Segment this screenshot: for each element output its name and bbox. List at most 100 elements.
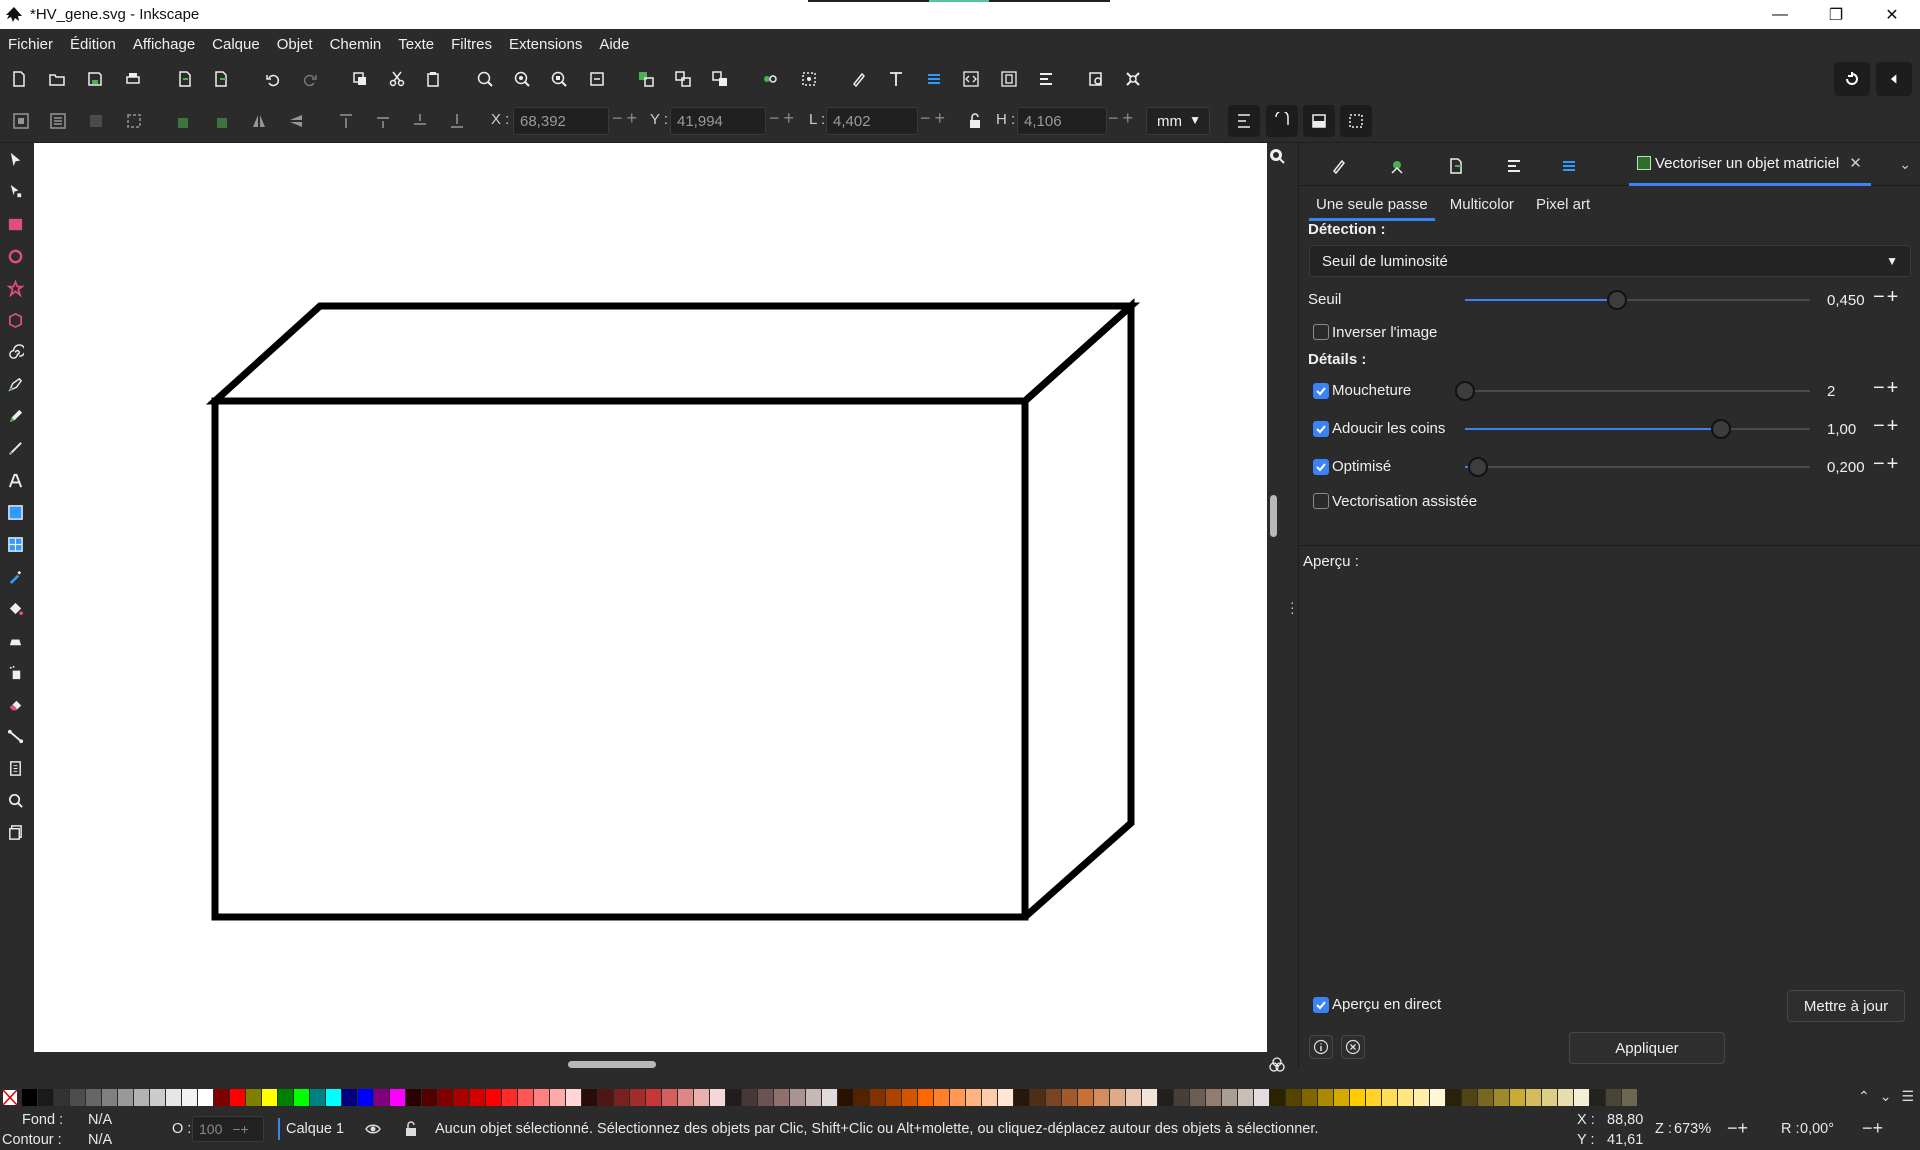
color-swatch[interactable] [86, 1089, 101, 1106]
menu-aide[interactable]: Aide [599, 36, 629, 53]
menu-edition[interactable]: Édition [70, 36, 116, 53]
color-swatch[interactable] [246, 1089, 261, 1106]
color-swatch[interactable] [1270, 1089, 1285, 1106]
layers-tab-icon[interactable] [1559, 156, 1579, 176]
undo-icon[interactable] [263, 69, 283, 89]
pencil-tool-icon[interactable] [6, 407, 24, 425]
update-button[interactable]: Mettre à jour [1787, 990, 1905, 1022]
palette-down-icon[interactable]: ⌄ [1880, 1088, 1892, 1108]
scale-stroke-icon[interactable] [1228, 105, 1260, 137]
preferences-icon[interactable] [1123, 69, 1143, 89]
color-swatch[interactable] [774, 1089, 789, 1106]
dropper-tool-icon[interactable] [6, 567, 24, 585]
vertical-scrollbar[interactable] [1270, 495, 1277, 537]
spiral-tool-icon[interactable] [6, 343, 24, 361]
zoom-spin-buttons[interactable]: −+ [1727, 1118, 1748, 1139]
color-swatch[interactable] [1478, 1089, 1493, 1106]
tab-pixel-art[interactable]: Pixel art [1529, 193, 1597, 221]
smooth-corners-slider[interactable] [1465, 419, 1810, 439]
color-swatch[interactable] [1590, 1089, 1605, 1106]
color-swatch[interactable] [342, 1089, 357, 1106]
color-swatch[interactable] [966, 1089, 981, 1106]
menu-chemin[interactable]: Chemin [330, 36, 382, 53]
clone-icon[interactable] [710, 69, 730, 89]
rotate-ccw-icon[interactable] [174, 111, 194, 131]
color-swatch[interactable] [1110, 1089, 1125, 1106]
color-swatch[interactable] [1302, 1089, 1317, 1106]
speckles-slider-knob[interactable] [1455, 381, 1475, 401]
color-swatch[interactable] [710, 1089, 725, 1106]
color-swatch[interactable] [1206, 1089, 1221, 1106]
tab-single-scan[interactable]: Une seule passe [1309, 193, 1435, 221]
no-paint-icon[interactable] [2, 1088, 22, 1108]
color-swatch[interactable] [422, 1089, 437, 1106]
menu-affichage[interactable]: Affichage [133, 36, 195, 53]
align-tab-icon[interactable] [1504, 156, 1524, 176]
move-patterns-icon[interactable] [1340, 105, 1372, 137]
eye-icon[interactable] [364, 1120, 382, 1138]
color-swatch[interactable] [1542, 1089, 1557, 1106]
box-drawing[interactable] [34, 143, 1267, 1052]
select-all-layers-icon[interactable] [48, 111, 68, 131]
smooth-corners-spin-buttons[interactable]: −+ [1873, 415, 1900, 438]
selector-tool-icon[interactable] [6, 150, 24, 168]
raise-top-icon[interactable] [336, 111, 356, 131]
xml-editor-icon[interactable] [961, 69, 981, 89]
zoom-selection-icon[interactable] [475, 69, 495, 89]
color-swatch[interactable] [470, 1089, 485, 1106]
color-swatch[interactable] [902, 1089, 917, 1106]
color-swatch[interactable] [262, 1089, 277, 1106]
lower-icon[interactable] [410, 111, 430, 131]
fill-value[interactable]: N/A [88, 1112, 112, 1128]
optimize-value[interactable]: 0,200 [1825, 454, 1877, 482]
optimize-slider-knob[interactable] [1468, 457, 1488, 477]
duplicate-icon[interactable] [350, 69, 370, 89]
speckles-spin-buttons[interactable]: −+ [1873, 377, 1900, 400]
color-swatch[interactable] [182, 1089, 197, 1106]
raise-icon[interactable] [373, 111, 393, 131]
color-swatch[interactable] [278, 1089, 293, 1106]
pages-tool-icon[interactable] [6, 823, 24, 841]
box3d-tool-icon[interactable] [6, 311, 24, 329]
color-swatch[interactable] [1318, 1089, 1333, 1106]
menu-objet[interactable]: Objet [277, 36, 313, 53]
color-swatch[interactable] [390, 1089, 405, 1106]
color-swatch[interactable] [1014, 1089, 1029, 1106]
color-swatch[interactable] [118, 1089, 133, 1106]
color-swatch[interactable] [1254, 1089, 1269, 1106]
fill-stroke-tab-icon[interactable] [1329, 156, 1349, 176]
color-swatch[interactable] [822, 1089, 837, 1106]
fill-stroke-icon[interactable] [849, 69, 869, 89]
rotation-value[interactable]: 0,00° [1800, 1121, 1834, 1137]
color-swatch[interactable] [1286, 1089, 1301, 1106]
optimize-checkbox[interactable] [1313, 459, 1329, 475]
menu-filtres[interactable]: Filtres [451, 36, 492, 53]
color-swatch[interactable] [886, 1089, 901, 1106]
layers-icon[interactable] [924, 69, 944, 89]
menu-calque[interactable]: Calque [212, 36, 260, 53]
zoom-drawing-icon[interactable] [512, 69, 532, 89]
ungroup-icon[interactable] [673, 69, 693, 89]
color-swatch[interactable] [54, 1089, 69, 1106]
height-field[interactable]: 4,106 [1017, 107, 1107, 135]
color-swatch[interactable] [1094, 1089, 1109, 1106]
measure-tool-icon[interactable] [6, 759, 24, 777]
color-swatch[interactable] [454, 1089, 469, 1106]
info-icon[interactable] [1309, 1035, 1333, 1059]
apply-button[interactable]: Appliquer [1569, 1032, 1725, 1064]
touch-select-icon[interactable] [124, 111, 144, 131]
zoom-value[interactable]: 673% [1674, 1121, 1711, 1137]
unlink-clone-icon[interactable] [760, 69, 780, 89]
color-swatch[interactable] [934, 1089, 949, 1106]
color-swatch[interactable] [1446, 1089, 1461, 1106]
color-swatch[interactable] [358, 1089, 373, 1106]
y-spin-buttons[interactable]: −+ [769, 108, 798, 129]
flip-horizontal-icon[interactable] [249, 111, 269, 131]
zoom-correction-icon[interactable] [1268, 147, 1286, 165]
color-swatch[interactable] [1398, 1089, 1413, 1106]
text-font-icon[interactable] [886, 69, 906, 89]
color-swatch[interactable] [150, 1089, 165, 1106]
assisted-tracing-checkbox[interactable] [1313, 493, 1329, 509]
color-swatch[interactable] [438, 1089, 453, 1106]
color-swatch[interactable] [982, 1089, 997, 1106]
